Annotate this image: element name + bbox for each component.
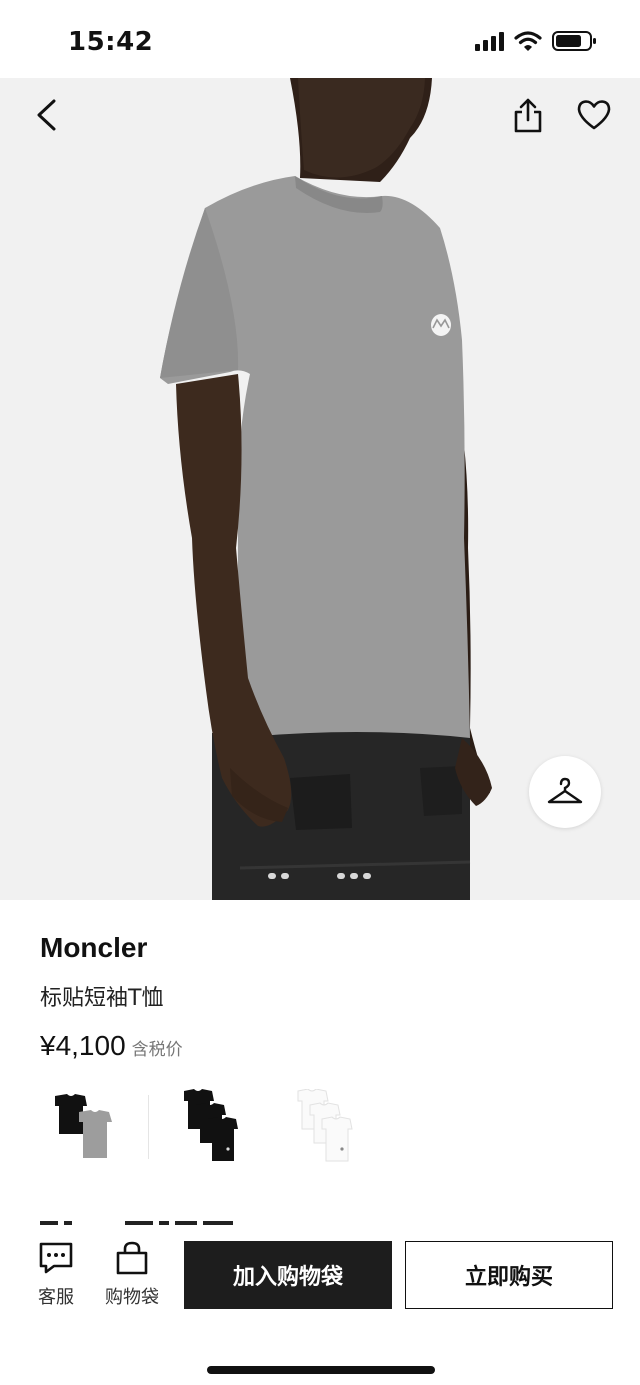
share-icon [514, 98, 542, 133]
price-row: ¥4,100 含税价 [40, 1030, 183, 1062]
shopping-bag-icon [116, 1241, 148, 1275]
add-to-bag-button[interactable]: 加入购物袋 [184, 1241, 392, 1309]
customer-service-button[interactable]: 客服 [24, 1241, 88, 1309]
shopping-bag-button[interactable]: 购物袋 [100, 1241, 164, 1309]
status-time: 15:42 [68, 27, 154, 57]
pager-dot[interactable] [350, 873, 358, 879]
wifi-icon [514, 31, 542, 51]
image-pager[interactable] [268, 873, 371, 879]
pager-dot[interactable] [363, 873, 371, 879]
status-bar: 15:42 [0, 0, 640, 78]
back-button[interactable] [24, 93, 68, 137]
heart-icon [577, 100, 611, 130]
variant-white-three-pack[interactable] [277, 1085, 377, 1169]
home-indicator[interactable] [207, 1366, 435, 1374]
variant-thumbnail [184, 1089, 238, 1161]
shopping-bag-label: 购物袋 [105, 1287, 159, 1308]
pager-dot[interactable] [268, 873, 276, 879]
variant-selector [34, 1085, 391, 1169]
wardrobe-button[interactable] [529, 756, 601, 828]
clipped-text-row [40, 1215, 600, 1225]
signal-icon [475, 31, 504, 51]
favorite-button[interactable] [572, 93, 616, 137]
variant-thumbnail [55, 1094, 112, 1158]
buy-now-button[interactable]: 立即购买 [405, 1241, 613, 1309]
product-name: 标贴短袖T恤 [40, 986, 164, 1011]
variant-black-three-pack[interactable] [163, 1085, 263, 1169]
customer-service-label: 客服 [38, 1287, 74, 1308]
chevron-left-icon [37, 99, 56, 131]
variant-black-grey-pack[interactable] [34, 1085, 134, 1169]
pager-dot[interactable] [337, 873, 345, 879]
pager-dot[interactable] [281, 873, 289, 879]
tax-note: 含税价 [131, 1040, 183, 1060]
hanger-icon [547, 777, 583, 804]
bottom-action-bar: 客服 购物袋 加入购物袋 立即购买 [0, 1225, 640, 1385]
share-button[interactable] [506, 93, 550, 137]
brand-name[interactable]: Moncler [40, 932, 147, 964]
price: ¥4,100 [40, 1030, 126, 1061]
battery-icon [552, 31, 596, 51]
chat-icon [39, 1242, 73, 1274]
variant-thumbnail [297, 1089, 353, 1162]
status-icons [475, 30, 598, 52]
